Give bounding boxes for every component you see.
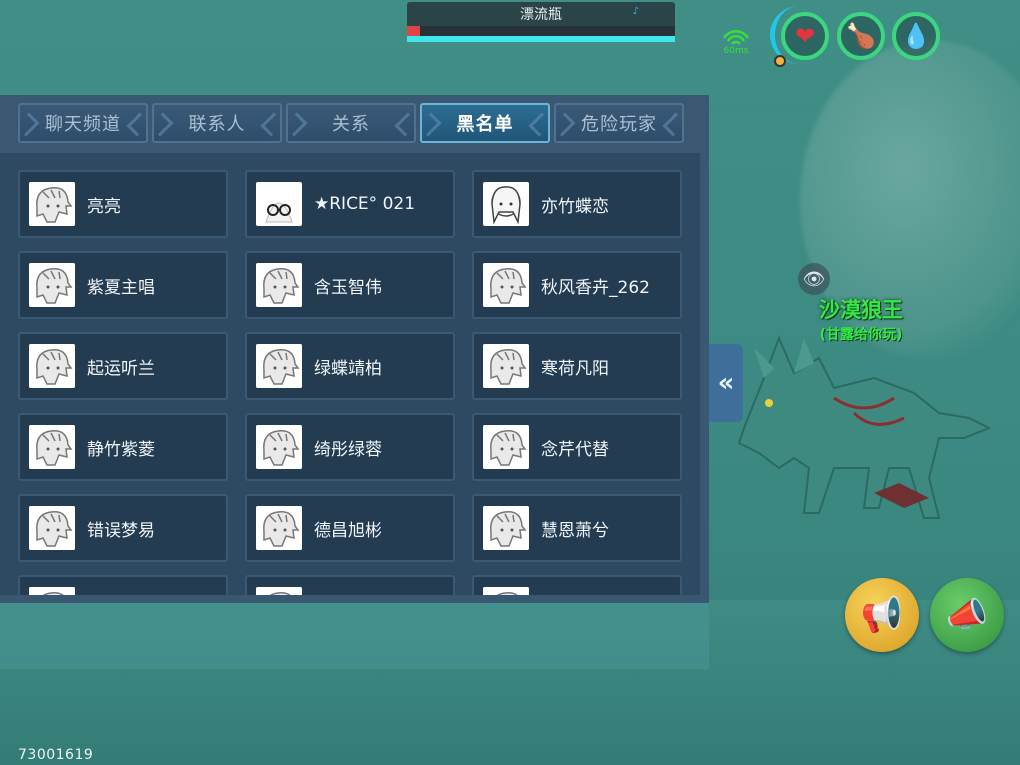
avatar bbox=[256, 587, 302, 595]
music-note-icon: ♪ bbox=[632, 6, 639, 17]
wifi-signal-icon bbox=[722, 29, 750, 45]
ping-text: 60ms bbox=[723, 46, 749, 56]
avatar bbox=[256, 425, 302, 469]
stamina-indicator bbox=[774, 55, 786, 67]
player-name: 寒荷凡阳 bbox=[541, 358, 609, 379]
desert-wolf-king-creature[interactable] bbox=[724, 318, 994, 528]
blacklist-card[interactable]: 含玉智伟 bbox=[245, 251, 455, 319]
megaphone-icon: 📢 bbox=[860, 595, 904, 635]
world-broadcast-button[interactable]: 📢 bbox=[845, 578, 919, 652]
network-status: 60ms bbox=[719, 26, 753, 58]
player-name: ★RICE° 021 bbox=[314, 194, 416, 214]
blacklist-card[interactable]: 寒荷凡阳 bbox=[472, 332, 682, 400]
blacklist-card[interactable] bbox=[245, 575, 455, 595]
avatar bbox=[29, 506, 75, 550]
avatar bbox=[483, 506, 529, 550]
avatar bbox=[29, 344, 75, 388]
avatar bbox=[483, 587, 529, 595]
player-name: 错误梦易 bbox=[87, 520, 155, 541]
avatar bbox=[29, 587, 75, 595]
hunger-gauge[interactable]: 🍗 bbox=[837, 12, 885, 60]
eye-icon: 👁 bbox=[802, 268, 826, 290]
tab-blacklist[interactable]: 黑名单 bbox=[420, 103, 550, 143]
avatar bbox=[483, 182, 529, 226]
avatar bbox=[29, 182, 75, 226]
blacklist-card[interactable] bbox=[18, 575, 228, 595]
avatar bbox=[256, 344, 302, 388]
avatar bbox=[256, 182, 302, 226]
avatar bbox=[29, 263, 75, 307]
avatar bbox=[483, 263, 529, 307]
tab-contacts[interactable]: 联系人 bbox=[152, 103, 282, 143]
blacklist-card[interactable]: 念芹代替 bbox=[472, 413, 682, 481]
health-gauge[interactable]: ❤ bbox=[781, 12, 829, 60]
player-name: 慧恩萧兮 bbox=[541, 520, 609, 541]
blacklist-card[interactable]: 秋风香卉_262 bbox=[472, 251, 682, 319]
panel-footer bbox=[0, 603, 709, 669]
blacklist-card[interactable]: 德昌旭彬 bbox=[245, 494, 455, 562]
player-name: 亦竹蝶恋 bbox=[541, 196, 609, 217]
blacklist-card[interactable] bbox=[472, 575, 682, 595]
stomach-icon: 🍗 bbox=[846, 22, 876, 50]
player-id: 73001619 bbox=[18, 747, 94, 763]
tab-relations[interactable]: 关系 bbox=[286, 103, 416, 143]
local-broadcast-button[interactable]: 📣 bbox=[930, 578, 1004, 652]
blacklist-card[interactable]: 亦竹蝶恋 bbox=[472, 170, 682, 238]
player-name: 念芹代替 bbox=[541, 439, 609, 460]
avatar bbox=[483, 425, 529, 469]
tab-chat-channel[interactable]: 聊天频道 bbox=[18, 103, 148, 143]
tab-dangerous-players[interactable]: 危险玩家 bbox=[554, 103, 684, 143]
player-name: 静竹紫菱 bbox=[87, 439, 155, 460]
avatar bbox=[256, 263, 302, 307]
cyan-bar bbox=[407, 36, 675, 42]
heart-icon: ❤ bbox=[794, 22, 816, 50]
player-name: 绿蝶靖柏 bbox=[314, 358, 382, 379]
progress-fill bbox=[407, 26, 421, 36]
loudspeaker-icon: 📣 bbox=[945, 595, 989, 635]
social-tabs: 聊天频道 联系人 关系 黑名单 危险玩家 bbox=[18, 103, 688, 143]
blacklist-cards: 亮亮 ★RICE° 021 亦竹蝶恋紫夏主唱 含玉智伟 秋风香卉_262 起运听兰 绿蝶靖柏… bbox=[18, 170, 684, 595]
avatar bbox=[29, 425, 75, 469]
view-toggle-button[interactable]: 👁 bbox=[798, 263, 830, 295]
blacklist-card[interactable]: 绮彤绿蓉 bbox=[245, 413, 455, 481]
player-name: 含玉智伟 bbox=[314, 277, 382, 298]
thirst-gauge[interactable]: 💧 bbox=[892, 12, 940, 60]
blacklist-grid[interactable]: 亮亮 ★RICE° 021 亦竹蝶恋紫夏主唱 含玉智伟 秋风香卉_262 起运听兰 绿蝶靖柏… bbox=[0, 153, 700, 595]
player-name: 亮亮 bbox=[87, 196, 121, 217]
blacklist-card[interactable]: 静竹紫菱 bbox=[18, 413, 228, 481]
blacklist-card[interactable]: ★RICE° 021 bbox=[245, 170, 455, 238]
avatar bbox=[483, 344, 529, 388]
blacklist-card[interactable]: 错误梦易 bbox=[18, 494, 228, 562]
progress-track bbox=[407, 26, 675, 36]
blacklist-card[interactable]: 绿蝶靖柏 bbox=[245, 332, 455, 400]
blacklist-card[interactable]: 起运听兰 bbox=[18, 332, 228, 400]
blacklist-card[interactable]: 亮亮 bbox=[18, 170, 228, 238]
player-name: 绮彤绿蓉 bbox=[314, 439, 382, 460]
social-panel: 聊天频道 联系人 关系 黑名单 危险玩家 亮亮 ★RICE° 021 亦竹蝶恋紫夏主… bbox=[0, 95, 709, 603]
blacklist-card[interactable]: 紫夏主唱 bbox=[18, 251, 228, 319]
player-name: 紫夏主唱 bbox=[87, 277, 155, 298]
player-name: 秋风香卉_262 bbox=[541, 277, 650, 298]
player-name: 起运听兰 bbox=[87, 358, 155, 379]
drift-bottle-bar[interactable]: 漂流瓶 ♪ bbox=[407, 2, 675, 42]
avatar bbox=[256, 506, 302, 550]
blacklist-card[interactable]: 慧恩萧兮 bbox=[472, 494, 682, 562]
water-drop-icon: 💧 bbox=[901, 22, 931, 50]
player-name: 德昌旭彬 bbox=[314, 520, 382, 541]
